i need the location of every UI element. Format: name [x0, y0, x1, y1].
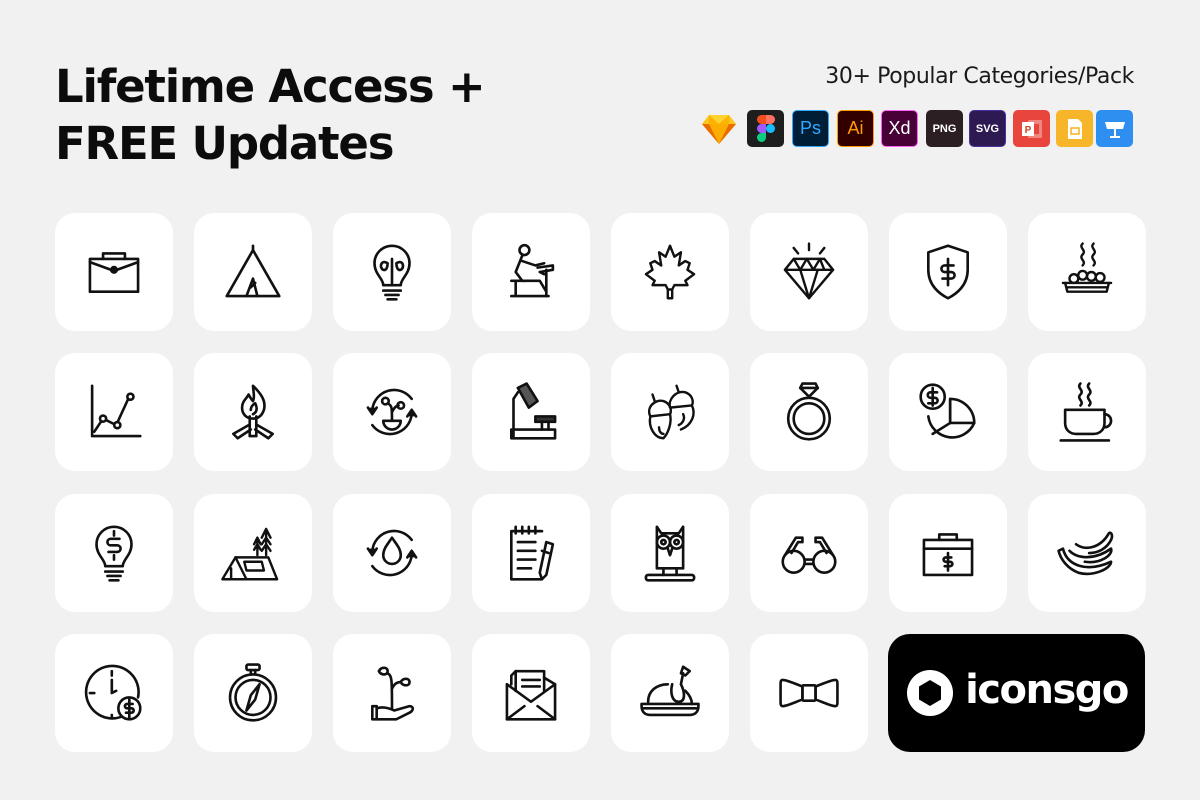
google-slides-icon [1067, 118, 1082, 139]
sketch-badge [700, 110, 737, 147]
plant-hand-icon [371, 666, 415, 721]
icon-card[interactable] [611, 634, 729, 752]
glasses-icon [781, 536, 837, 574]
roast-turkey-icon [640, 665, 700, 717]
icon-card[interactable] [611, 213, 729, 331]
icon-card[interactable] [333, 494, 451, 612]
money-bulb-icon [95, 525, 133, 582]
icon-card[interactable] [1028, 494, 1146, 612]
open-envelope-icon [505, 669, 557, 721]
line-chart-icon [90, 384, 142, 438]
icon-card[interactable] [194, 213, 312, 331]
format-badges: Ps Ai Xd PNG SVG P [700, 110, 1136, 148]
headline: Lifetime Access + FREE Updates [55, 58, 486, 172]
icon-card[interactable] [750, 494, 868, 612]
icon-card[interactable] [55, 494, 173, 612]
water-cycle-icon [366, 529, 418, 577]
icon-card[interactable] [750, 213, 868, 331]
headline-line-2: FREE Updates [55, 117, 394, 170]
diamond-icon [783, 242, 835, 300]
bow-tie-icon [779, 678, 839, 708]
acorns-icon [648, 384, 695, 440]
icon-card[interactable] [194, 353, 312, 471]
figma-badge [747, 110, 784, 147]
photoshop-icon: Ps [799, 118, 821, 138]
brand-name: iconsgo [965, 667, 1129, 713]
icon-card[interactable] [472, 213, 590, 331]
campfire-icon [232, 384, 274, 440]
icon-card[interactable] [889, 353, 1007, 471]
icon-card[interactable] [889, 213, 1007, 331]
icon-card[interactable] [55, 213, 173, 331]
icon-card[interactable] [472, 353, 590, 471]
student-desk-icon [510, 243, 555, 298]
icon-card[interactable] [55, 634, 173, 752]
figma-icon [756, 115, 775, 142]
svg-icon: SVG [975, 122, 1000, 135]
briefcase-icon [88, 252, 140, 293]
icon-card[interactable] [1028, 213, 1146, 331]
idea-bulb-icon [373, 244, 411, 301]
icon-card[interactable] [333, 353, 451, 471]
icon-card[interactable] [55, 353, 173, 471]
icon-card[interactable] [750, 634, 868, 752]
icon-card[interactable] [611, 353, 729, 471]
ring-icon [786, 382, 832, 441]
headline-line-1: Lifetime Access + [55, 60, 486, 113]
camping-tent-trees-icon [221, 527, 279, 581]
tent-icon [225, 244, 281, 298]
maple-leaf-icon [644, 244, 696, 300]
icon-card[interactable] [611, 494, 729, 612]
powerpoint-icon: P [1021, 119, 1042, 138]
owl-icon [644, 525, 696, 582]
keynote-icon [1104, 121, 1125, 138]
microscope-lamp-icon [510, 382, 557, 440]
icon-card[interactable] [750, 353, 868, 471]
icon-card[interactable] [333, 634, 451, 752]
bananas-icon [1057, 531, 1114, 576]
keynote-badge [1096, 110, 1133, 147]
icon-card[interactable] [472, 634, 590, 752]
icon-card[interactable] [472, 494, 590, 612]
icon-card[interactable] [889, 494, 1007, 612]
illustrator-badge: Ai [837, 110, 874, 147]
icon-card[interactable] [333, 213, 451, 331]
svg-text:P: P [1024, 125, 1031, 136]
illustrator-icon: Ai [847, 118, 864, 138]
shield-dollar-icon [927, 244, 969, 300]
xd-icon: Xd [888, 118, 911, 138]
powerpoint-badge: P [1013, 110, 1050, 147]
photoshop-badge: Ps [792, 110, 829, 147]
plant-cycle-icon [366, 388, 418, 436]
categories-subtitle: 30+ Popular Categories/Pack [825, 64, 1134, 89]
hexagon-ring-icon [907, 670, 954, 716]
sketch-diamond-icon [701, 114, 736, 144]
coffee-cup-icon [1059, 382, 1113, 442]
google-slides-badge [1056, 110, 1093, 147]
png-icon: PNG [932, 122, 957, 135]
notepad-pencil-icon [510, 525, 555, 581]
money-box-icon [922, 533, 974, 577]
time-money-icon [84, 664, 142, 721]
hot-dish-icon [1061, 242, 1113, 293]
icon-card[interactable] [194, 494, 312, 612]
icon-card[interactable] [194, 634, 312, 752]
brand-logo-card[interactable]: iconsgo [888, 634, 1145, 752]
xd-badge: Xd [881, 110, 918, 147]
icon-card[interactable] [1028, 353, 1146, 471]
dollar-pie-chart-icon [919, 383, 976, 439]
svg-badge: SVG [969, 110, 1006, 147]
png-badge: PNG [926, 110, 963, 147]
compass-icon [228, 663, 278, 722]
